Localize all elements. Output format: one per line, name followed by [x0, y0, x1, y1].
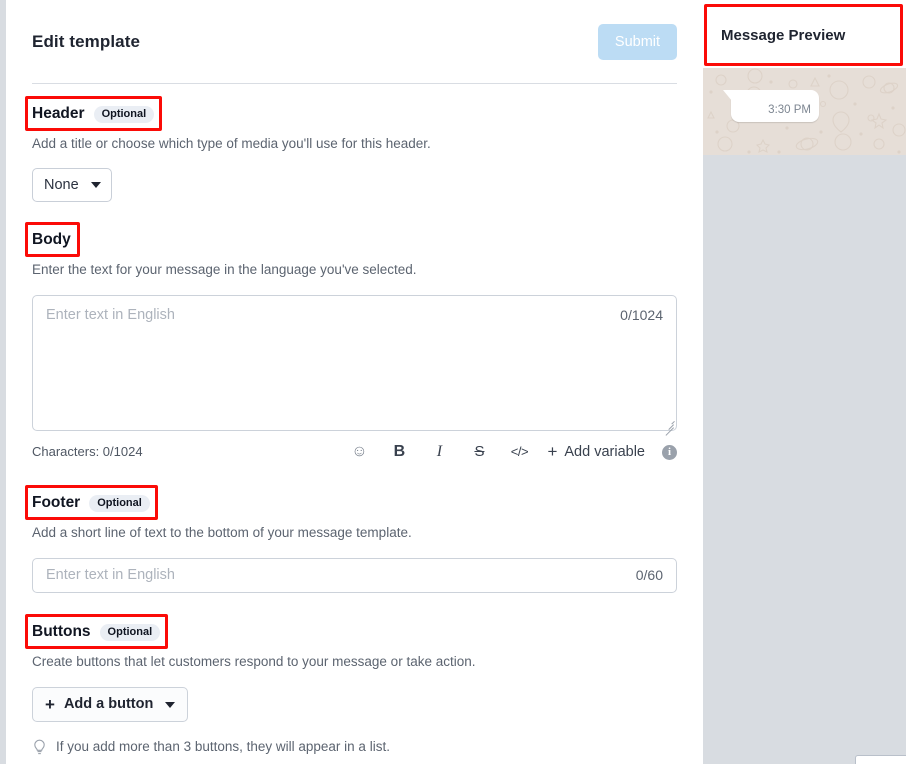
header-media-type-value: None: [44, 177, 79, 193]
section-footer-title: Footer: [32, 494, 81, 511]
body-characters-label: Characters: 0/1024: [32, 444, 143, 459]
section-buttons-heading: Buttons Optional: [24, 614, 169, 649]
body-textarea-placeholder: Enter text in English: [46, 307, 175, 323]
chevron-down-icon: [91, 182, 101, 188]
message-bubble: 3:30 PM: [723, 90, 819, 122]
submit-button[interactable]: Submit: [598, 24, 677, 60]
section-body: Body Enter the text for your message in …: [25, 202, 677, 463]
section-header-optional-badge: Optional: [93, 105, 155, 123]
section-footer-description: Add a short line of text to the bottom o…: [32, 525, 412, 540]
body-textarea[interactable]: Enter text in English 0/1024: [32, 295, 677, 436]
add-a-button-dropdown[interactable]: + Add a button: [32, 687, 189, 722]
section-footer-optional-badge: Optional: [89, 494, 150, 512]
buttons-hint: If you add more than 3 buttons, they wil…: [32, 738, 677, 756]
add-variable-button[interactable]: + Add variable: [547, 442, 645, 462]
page-title: Edit template: [32, 32, 141, 51]
lightbulb-icon: [34, 739, 45, 754]
header-media-type-select[interactable]: None: [32, 168, 112, 202]
section-buttons-title: Buttons: [32, 623, 91, 640]
section-header-title: Header: [32, 105, 85, 122]
strikethrough-icon[interactable]: S: [459, 442, 499, 462]
plus-icon: +: [45, 694, 55, 714]
message-preview-header: Message Preview: [703, 0, 906, 68]
bottom-partial-panel[interactable]: [855, 755, 906, 764]
section-buttons-description: Create buttons that let customers respon…: [32, 654, 476, 669]
chevron-down-icon: [165, 701, 176, 708]
edit-template-card: Edit template Submit Header Optional Add…: [6, 0, 703, 764]
add-a-button-label: Add a button: [63, 696, 154, 712]
section-body-description: Enter the text for your message in the l…: [32, 262, 417, 277]
message-timestamp: 3:30 PM: [768, 104, 811, 116]
section-buttons: Buttons Optional Create buttons that let…: [24, 593, 677, 756]
message-preview-title: Message Preview: [721, 27, 846, 44]
code-icon[interactable]: </>: [499, 442, 539, 462]
card-header: Edit template Submit: [32, 0, 677, 60]
plus-icon: +: [547, 442, 558, 461]
message-preview-panel: Message Preview 3:30 PM: [703, 0, 906, 764]
section-footer-heading: Footer Optional: [25, 485, 158, 520]
section-header-description: Add a title or choose which type of medi…: [32, 136, 431, 151]
section-buttons-optional-badge: Optional: [99, 623, 161, 641]
bold-icon[interactable]: B: [379, 442, 419, 462]
footer-character-counter: 0/60: [635, 567, 663, 583]
info-icon[interactable]: i: [662, 444, 677, 460]
section-body-heading: Body: [25, 222, 80, 257]
body-character-counter: 0/1024: [620, 307, 663, 323]
buttons-hint-text: If you add more than 3 buttons, they wil…: [56, 739, 390, 754]
format-tool-group: ☺ B I S </> + Add variable i: [339, 442, 677, 462]
section-header: Header Optional Add a title or choose wh…: [24, 84, 677, 202]
chat-preview-area: 3:30 PM: [703, 68, 906, 155]
italic-icon[interactable]: I: [419, 442, 459, 462]
section-body-title: Body: [32, 231, 71, 248]
body-format-toolbar: Characters: 0/1024 ☺ B I S </> + Add var…: [32, 441, 677, 463]
section-footer: Footer Optional Add a short line of text…: [25, 463, 677, 593]
app-root: Edit template Submit Header Optional Add…: [0, 0, 906, 764]
emoji-icon[interactable]: ☺: [339, 442, 379, 462]
add-variable-label: Add variable: [564, 444, 645, 460]
footer-input-placeholder: Enter text in English: [46, 567, 175, 583]
section-header-heading: Header Optional: [24, 96, 163, 131]
resize-handle-icon[interactable]: [663, 417, 674, 436]
footer-text-input[interactable]: Enter text in English 0/60: [32, 558, 677, 593]
